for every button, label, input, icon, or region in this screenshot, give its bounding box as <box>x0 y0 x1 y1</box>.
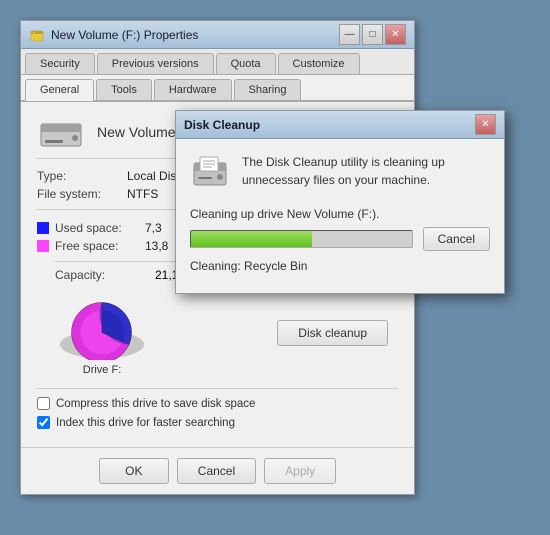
dc-icon <box>190 153 230 193</box>
compress-row: Compress this drive to save disk space <box>37 397 398 410</box>
fs-label: File system: <box>37 187 127 201</box>
pie-chart <box>47 290 157 360</box>
pie-area: Drive F: Disk cleanup <box>37 290 398 376</box>
index-checkbox[interactable] <box>37 416 50 429</box>
fs-value: NTFS <box>127 187 158 201</box>
maximize-button[interactable]: □ <box>362 24 383 45</box>
disk-cleanup-body: The Disk Cleanup utility is cleaning up … <box>176 139 504 293</box>
title-bar-buttons: — □ ✕ <box>339 24 406 45</box>
disk-cleanup-title-text: Disk Cleanup <box>184 118 475 132</box>
dc-message: The Disk Cleanup utility is cleaning up … <box>242 153 490 189</box>
title-bar: New Volume (F:) Properties — □ ✕ <box>21 21 414 49</box>
dc-header-row: The Disk Cleanup utility is cleaning up … <box>190 153 490 193</box>
minimize-button[interactable]: — <box>339 24 360 45</box>
disk-cleanup-close-button[interactable]: ✕ <box>475 114 496 135</box>
disk-cleanup-dialog: Disk Cleanup ✕ The Disk Cleanup utility <box>175 110 505 294</box>
tab-customize[interactable]: Customize <box>278 53 360 74</box>
free-color-box <box>37 240 49 252</box>
checkboxes-area: Compress this drive to save disk space I… <box>37 388 398 429</box>
progress-bar-background <box>190 230 413 248</box>
bottom-buttons: OK Cancel Apply <box>21 447 414 494</box>
apply-button[interactable]: Apply <box>264 458 336 484</box>
tab-quota[interactable]: Quota <box>216 53 276 74</box>
tab-previous-versions[interactable]: Previous versions <box>97 53 214 74</box>
dc-cleaning-status: Cleaning: Recycle Bin <box>190 259 490 273</box>
dc-drive-label: Cleaning up drive New Volume (F:). <box>190 207 490 221</box>
pie-container: Drive F: <box>47 290 157 376</box>
cancel-button[interactable]: Cancel <box>177 458 256 484</box>
type-label: Type: <box>37 169 127 183</box>
ok-button[interactable]: OK <box>99 458 169 484</box>
window-title: New Volume (F:) Properties <box>51 28 339 42</box>
tab-tools[interactable]: Tools <box>96 79 152 100</box>
free-label: Free space: <box>55 239 145 253</box>
tab-hardware[interactable]: Hardware <box>154 79 232 100</box>
drive-icon <box>37 114 85 150</box>
capacity-label: Capacity: <box>55 268 135 282</box>
tabs-row-1: Security Previous versions Quota Customi… <box>21 49 414 75</box>
dc-cancel-button[interactable]: Cancel <box>423 227 490 251</box>
index-label: Index this drive for faster searching <box>56 417 235 429</box>
compress-checkbox[interactable] <box>37 397 50 410</box>
used-value: 7,3 <box>145 221 162 235</box>
dc-progress-row: Cancel <box>190 227 490 251</box>
free-value: 13,8 <box>145 239 168 253</box>
dc-progress-section: Cleaning up drive New Volume (F:). Cance… <box>190 207 490 273</box>
close-button[interactable]: ✕ <box>385 24 406 45</box>
tab-general[interactable]: General <box>25 79 94 101</box>
disk-cleanup-title-bar: Disk Cleanup ✕ <box>176 111 504 139</box>
disk-cleanup-button[interactable]: Disk cleanup <box>277 320 388 346</box>
window-icon <box>29 27 45 43</box>
tab-sharing[interactable]: Sharing <box>234 79 302 100</box>
used-label: Used space: <box>55 221 145 235</box>
tab-security[interactable]: Security <box>25 53 95 74</box>
drive-name: New Volume <box>97 124 176 140</box>
cleaning-item: Recycle Bin <box>244 259 307 273</box>
tabs-row-2: General Tools Hardware Sharing <box>21 75 414 102</box>
compress-label: Compress this drive to save disk space <box>56 398 255 410</box>
progress-bar-fill <box>191 231 312 247</box>
used-color-box <box>37 222 49 234</box>
cleaning-prefix: Cleaning: <box>190 259 241 273</box>
drive-label: Drive F: <box>83 364 122 376</box>
index-row: Index this drive for faster searching <box>37 416 398 429</box>
